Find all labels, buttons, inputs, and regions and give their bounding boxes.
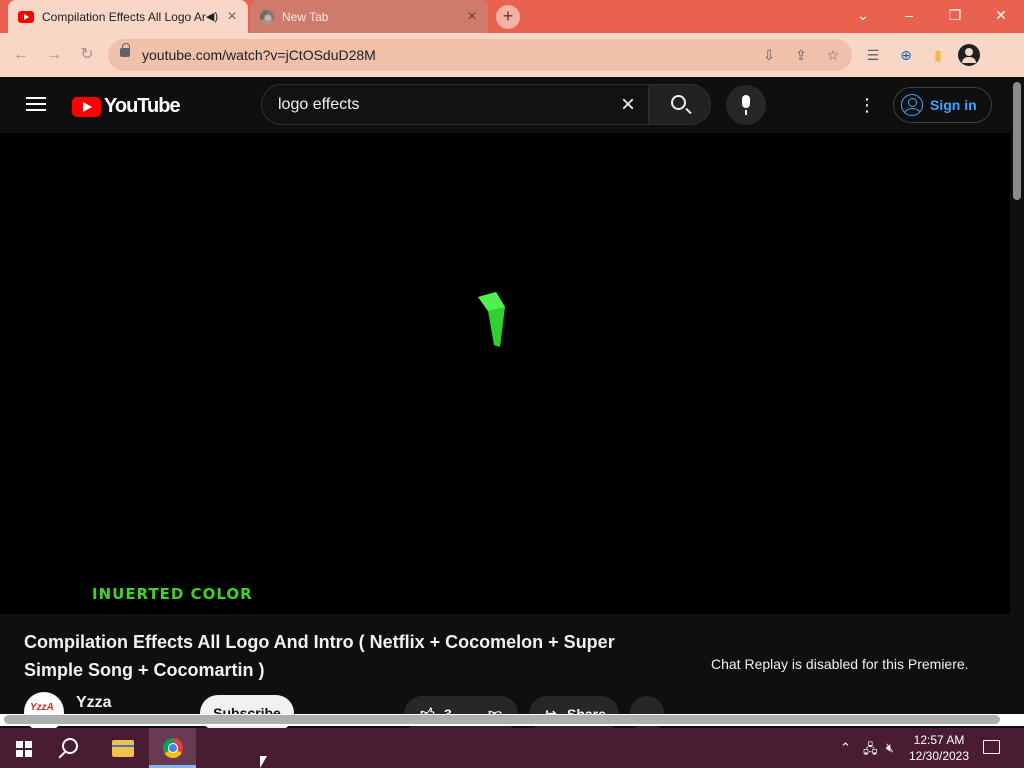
youtube-header: YouTube logo effects × ⋮ Sign in xyxy=(0,77,1010,133)
tab-search-chevron-icon[interactable]: ⌄ xyxy=(840,0,886,30)
volume-muted-icon[interactable]: 🔇︎ xyxy=(886,740,894,756)
horizontal-scrollbar-thumb[interactable] xyxy=(4,715,1000,724)
reading-list-icon[interactable]: ☰ xyxy=(862,44,884,66)
account-circle-icon xyxy=(901,94,923,116)
video-overlay-text: INUERTED COLOR xyxy=(92,585,253,603)
tab-strip: Compilation Effects All Logo And Intro ◀… xyxy=(0,0,1024,33)
install-app-icon[interactable]: ⇩ xyxy=(759,45,779,65)
more-options-icon[interactable]: ⋮ xyxy=(858,94,876,116)
search-button[interactable] xyxy=(648,84,711,125)
forward-arrow-icon[interactable]: → xyxy=(43,44,65,66)
youtube-favicon-icon xyxy=(18,10,34,23)
lock-icon[interactable] xyxy=(120,43,130,57)
windows-taskbar: ⌃ 🖧︎ 🔇︎ 12:57 AM 12/30/2023 xyxy=(0,728,1024,768)
youtube-wordmark: YouTube xyxy=(104,95,181,117)
back-arrow-icon[interactable]: ← xyxy=(10,44,32,66)
video-frame xyxy=(478,292,505,347)
close-window-button[interactable]: ✕ xyxy=(978,0,1024,30)
channel-name[interactable]: Yzza xyxy=(76,694,112,712)
mouse-cursor-icon xyxy=(260,756,267,768)
network-icon[interactable]: 🖧︎ xyxy=(863,740,878,762)
restore-button[interactable]: ❐ xyxy=(932,0,978,30)
sign-in-button[interactable]: Sign in xyxy=(893,87,992,123)
download-icon[interactable]: ⊕ xyxy=(895,44,917,66)
youtube-logo[interactable]: YouTube xyxy=(72,95,181,118)
clear-search-icon[interactable]: × xyxy=(614,91,642,119)
chat-replay-message: Chat Replay is disabled for this Premier… xyxy=(711,656,969,672)
tab-new-tab[interactable]: New Tab × xyxy=(250,0,488,33)
new-tab-button[interactable]: + xyxy=(496,5,520,29)
clock-time: 12:57 AM xyxy=(913,733,965,747)
bookmark-star-icon[interactable]: ☆ xyxy=(823,45,843,65)
search-icon xyxy=(671,95,686,110)
microphone-icon xyxy=(742,95,750,115)
tab-youtube[interactable]: Compilation Effects All Logo And Intro ◀… xyxy=(8,0,248,33)
vertical-scrollbar-thumb[interactable] xyxy=(1013,82,1021,200)
voice-search-button[interactable] xyxy=(726,85,766,125)
share-page-icon[interactable]: ⇪ xyxy=(791,45,811,65)
speaker-muted-icon[interactable]: ◀) xyxy=(206,10,218,23)
avatar-text: YzzA xyxy=(30,702,54,713)
close-tab-icon[interactable]: × xyxy=(462,8,482,26)
tab-title: Compilation Effects All Logo And Intro xyxy=(42,9,206,24)
video-player[interactable]: INUERTED COLOR xyxy=(0,133,1010,614)
clock-date: 12/30/2023 xyxy=(908,749,970,763)
minimize-button[interactable]: – xyxy=(886,0,932,30)
close-tab-icon[interactable]: × xyxy=(222,8,242,26)
video-title: Compilation Effects All Logo And Intro (… xyxy=(24,632,615,680)
file-explorer-icon[interactable] xyxy=(112,740,134,757)
windows-start-icon[interactable] xyxy=(16,741,32,757)
side-panel-icon[interactable]: ▮ xyxy=(927,44,949,66)
search-input[interactable]: logo effects × xyxy=(261,84,648,125)
tab-title: New Tab xyxy=(282,9,329,24)
chrome-favicon-icon xyxy=(260,9,274,24)
chrome-taskbar-button[interactable] xyxy=(149,728,196,768)
channel-avatar[interactable]: YzzA xyxy=(24,692,64,732)
youtube-play-icon xyxy=(72,96,101,117)
reload-icon[interactable]: ↻ xyxy=(76,44,98,66)
taskbar-search-icon[interactable] xyxy=(62,738,78,754)
address-bar[interactable]: youtube.com/watch?v=jCtOSduD28M ⇩ ⇪ ☆ xyxy=(108,39,852,71)
search-query-text: logo effects xyxy=(278,96,360,113)
menu-hamburger-icon[interactable] xyxy=(26,97,46,111)
url-text: youtube.com/watch?v=jCtOSduD28M xyxy=(142,47,376,63)
profile-avatar-icon[interactable] xyxy=(958,44,980,66)
notification-center-icon[interactable] xyxy=(983,740,1000,754)
show-hidden-icons-icon[interactable]: ⌃ xyxy=(840,740,851,756)
sign-in-label: Sign in xyxy=(930,97,977,113)
browser-toolbar: ← → ↻ youtube.com/watch?v=jCtOSduD28M ⇩ … xyxy=(0,33,1024,77)
system-clock[interactable]: 12:57 AM 12/30/2023 xyxy=(906,732,972,764)
chrome-icon xyxy=(163,738,183,758)
